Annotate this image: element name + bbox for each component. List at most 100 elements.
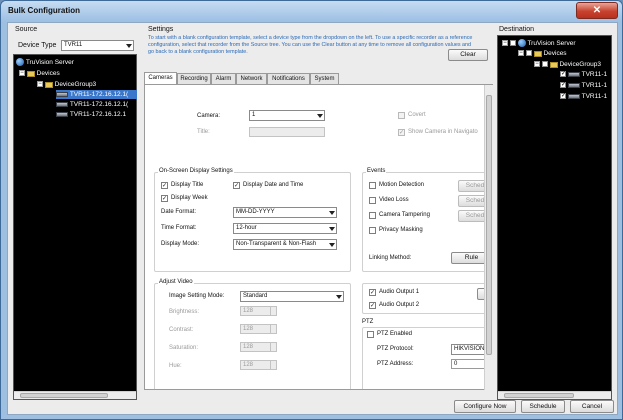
group-checkbox[interactable] — [541, 61, 548, 67]
source-tree-group[interactable]: − DeviceGroup3 — [37, 80, 96, 89]
brightness-spinner[interactable]: 128 — [240, 306, 277, 316]
scrollbar-thumb[interactable] — [504, 393, 574, 398]
source-tree-recorder[interactable]: TVR11-172.16.12.1( — [56, 90, 137, 99]
chevron-down-icon — [317, 114, 323, 118]
contrast-spinner[interactable]: 128 — [240, 324, 277, 334]
server-icon — [16, 58, 24, 66]
title-label: Title: — [197, 129, 210, 135]
title-bar: Bulk Configuration ✕ — [1, 1, 622, 22]
spinner-arrows-icon[interactable] — [270, 325, 276, 333]
camera-tampering-checkbox[interactable] — [369, 212, 376, 219]
folder-icon — [533, 51, 542, 57]
audio-output-2-checkbox[interactable]: ✓ — [369, 302, 376, 309]
collapse-icon[interactable]: − — [19, 70, 25, 76]
recorder-icon — [56, 92, 68, 97]
destination-tree-horizontal-scrollbar[interactable] — [498, 391, 611, 399]
recorder-icon — [567, 94, 580, 99]
scrollbar-thumb[interactable] — [486, 95, 492, 355]
brightness-value: 128 — [243, 308, 254, 314]
recorder-label: TVR11-172.16.12.1( — [69, 101, 129, 108]
cancel-button[interactable]: Cancel — [570, 400, 614, 413]
camera-tampering-label: Camera Tampering — [379, 212, 430, 218]
server-checkbox[interactable] — [509, 40, 516, 46]
configure-now-button[interactable]: Configure Now — [454, 400, 516, 413]
title-field[interactable] — [249, 127, 325, 137]
image-mode-select[interactable]: Standard — [240, 291, 344, 302]
destination-tree[interactable]: − TruVision Server − Devices − DeviceGro… — [497, 35, 612, 400]
recorder-checkbox[interactable]: ✓ — [560, 93, 566, 99]
clear-button[interactable]: Clear — [448, 49, 488, 61]
collapse-icon[interactable]: − — [37, 81, 43, 87]
settings-description: To start with a blank configuration temp… — [148, 35, 473, 55]
audio-output-2-label: Audio Output 2 — [379, 302, 420, 308]
motion-detection-checkbox[interactable] — [369, 182, 376, 189]
chevron-down-icon — [329, 227, 335, 231]
covert-checkbox[interactable] — [398, 112, 405, 119]
recorder-label: TVR11-172.16.12.1( — [69, 91, 129, 98]
date-format-value: MM-DD-YYYY — [236, 209, 275, 215]
collapse-icon[interactable]: − — [518, 50, 524, 56]
privacy-masking-checkbox[interactable] — [369, 227, 376, 234]
audio-output-1-label: Audio Output 1 — [379, 289, 420, 295]
time-format-select[interactable]: 12-hour — [233, 223, 337, 234]
server-icon — [517, 39, 526, 47]
ptz-title: PTZ — [362, 319, 374, 325]
destination-tree-server[interactable]: − TruVision Server — [502, 39, 575, 48]
show-camera-label: Show Camera in Navigato — [408, 129, 478, 135]
display-mode-label: Display Mode: — [161, 241, 200, 247]
settings-vertical-scrollbar[interactable] — [484, 85, 493, 390]
audio-output-1-checkbox[interactable]: ✓ — [369, 289, 376, 296]
destination-tree-recorder[interactable]: ✓ TVR11-1 — [560, 70, 607, 79]
destination-tree-group[interactable]: − DeviceGroup3 — [534, 60, 601, 69]
recorder-icon — [567, 83, 580, 88]
recorder-checkbox[interactable]: ✓ — [560, 71, 566, 77]
destination-label: Destination — [499, 26, 535, 33]
devices-checkbox[interactable] — [525, 50, 532, 56]
source-tree-recorder[interactable]: TVR11-172.16.12.1( — [56, 100, 128, 109]
display-title-checkbox[interactable]: ✓ — [161, 182, 168, 189]
display-mode-select[interactable]: Non-Transparent & Non-Flash — [233, 239, 337, 250]
display-week-checkbox[interactable]: ✓ — [161, 195, 168, 202]
source-tree-horizontal-scrollbar[interactable] — [14, 391, 136, 399]
source-tree[interactable]: TruVision Server − Devices − DeviceGroup… — [13, 54, 137, 400]
source-tree-server[interactable]: TruVision Server — [16, 58, 74, 67]
device-type-value: TVR11 — [64, 42, 83, 48]
destination-tree-devices[interactable]: − Devices — [518, 49, 567, 58]
ptz-protocol-label: PTZ Protocol: — [377, 346, 414, 352]
spinner-arrows-icon[interactable] — [270, 307, 276, 315]
device-type-select[interactable]: TVR11 — [61, 40, 134, 51]
motion-detection-label: Motion Detection — [379, 182, 425, 188]
source-tree-recorder[interactable]: TVR11-172.16.12.1 — [56, 110, 126, 119]
destination-tree-recorder[interactable]: ✓ TVR11-1 — [560, 92, 607, 101]
camera-label: Camera: — [197, 113, 221, 119]
image-mode-value: Standard — [243, 293, 268, 299]
hue-spinner[interactable]: 128 — [240, 360, 277, 370]
source-tree-devices[interactable]: − Devices — [19, 69, 60, 78]
saturation-spinner[interactable]: 128 — [240, 342, 277, 352]
spinner-arrows-icon[interactable] — [270, 361, 276, 369]
chevron-down-icon — [336, 295, 342, 299]
close-button[interactable]: ✕ — [576, 2, 618, 19]
scrollbar-thumb[interactable] — [20, 393, 108, 398]
cameras-tab-page: Camera: 1 Title: Covert ✓ Show Camera in… — [144, 84, 493, 390]
saturation-value: 128 — [243, 344, 254, 350]
osd-settings-title: On-Screen Display Settings — [158, 168, 234, 174]
collapse-icon[interactable]: − — [502, 40, 508, 46]
show-camera-checkbox[interactable]: ✓ — [398, 129, 405, 136]
recorder-icon — [56, 102, 68, 107]
dest-server-label: TruVision Server — [527, 40, 576, 47]
destination-tree-recorder[interactable]: ✓ TVR11-1 — [560, 81, 607, 90]
source-devices-label: Devices — [36, 70, 60, 77]
folder-icon — [44, 82, 53, 88]
camera-select[interactable]: 1 — [249, 110, 325, 121]
collapse-icon[interactable]: − — [534, 61, 540, 67]
date-format-select[interactable]: MM-DD-YYYY — [233, 207, 337, 218]
ptz-enabled-checkbox[interactable] — [367, 331, 374, 338]
schedule-button[interactable]: Schedule — [521, 400, 565, 413]
device-type-label: Device Type — [18, 42, 57, 49]
spinner-arrows-icon[interactable] — [270, 343, 276, 351]
video-loss-checkbox[interactable] — [369, 197, 376, 204]
display-date-time-checkbox[interactable]: ✓ — [233, 182, 240, 189]
recorder-checkbox[interactable]: ✓ — [560, 82, 566, 88]
display-title-label: Display Title — [171, 182, 204, 188]
